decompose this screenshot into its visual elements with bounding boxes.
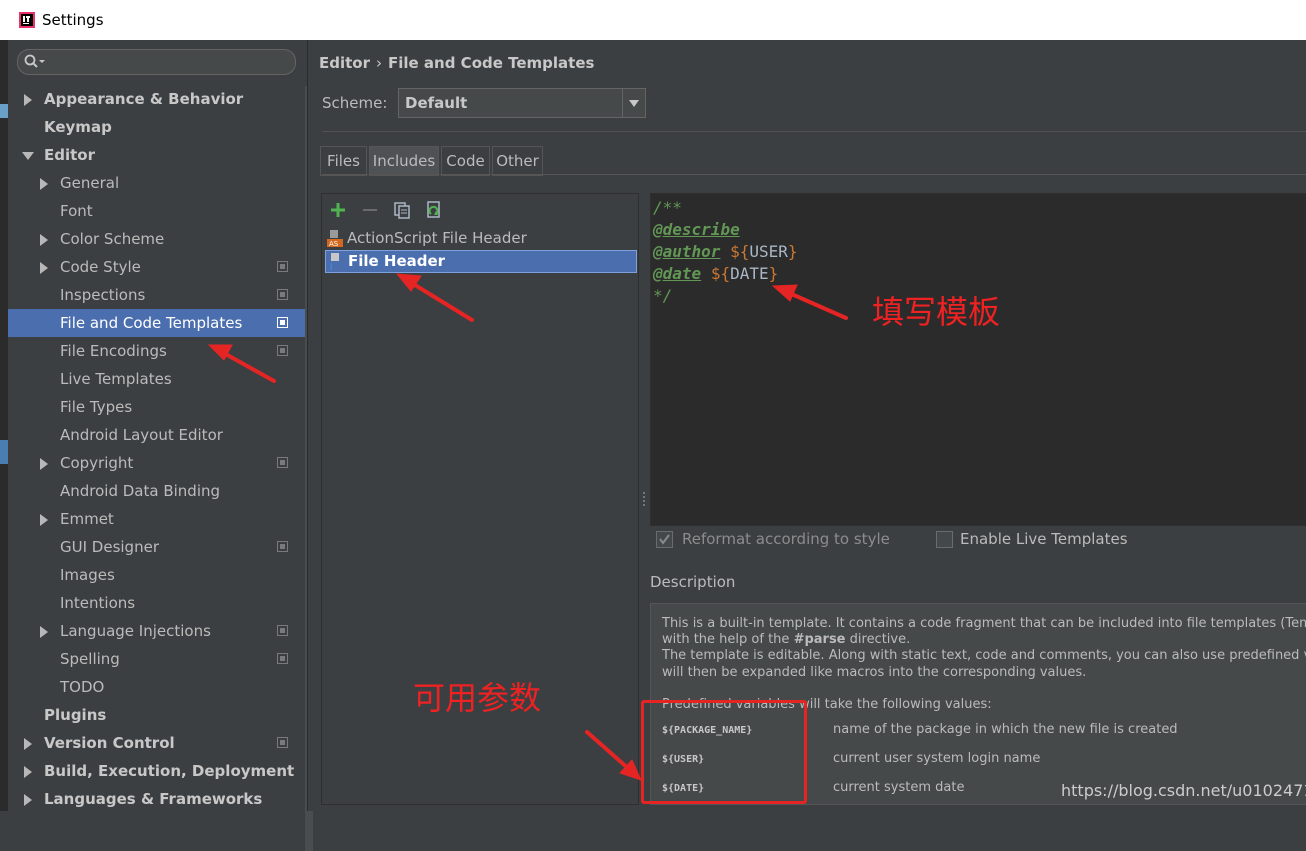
- annotation-arrow: [220, 350, 276, 383]
- annotation-arrowhead: [771, 284, 798, 302]
- annotation-arrow: [785, 290, 848, 320]
- watermark: https://blog.csdn.net/u010247166: [1061, 781, 1306, 800]
- annotation-arrows: [207, 273, 848, 781]
- annotation-arrow: [585, 730, 632, 772]
- annotation-arrow: [408, 280, 474, 322]
